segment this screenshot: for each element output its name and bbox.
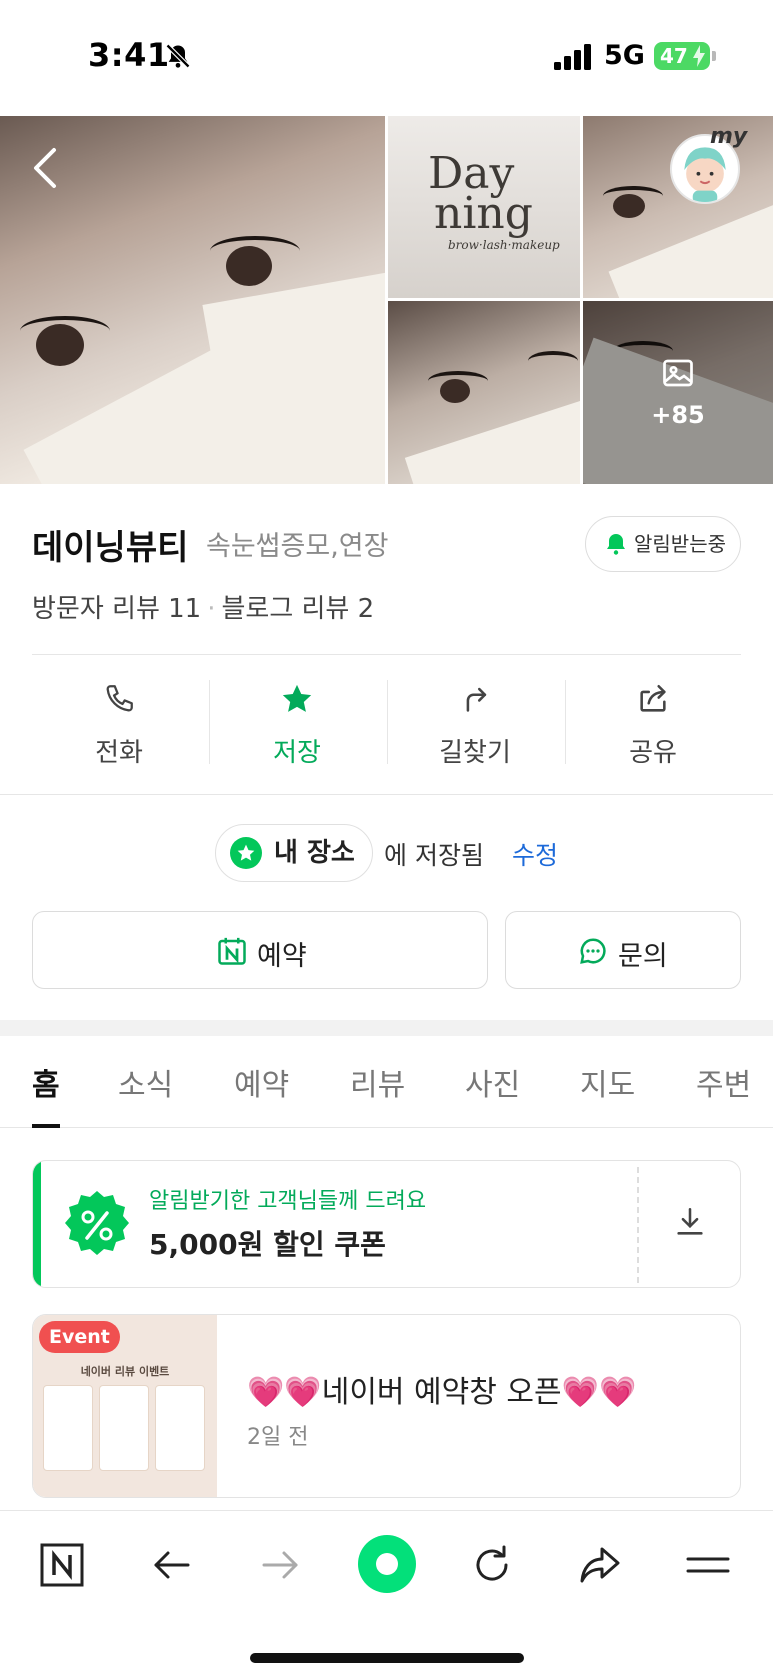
star-badge-icon xyxy=(230,837,262,869)
star-filled-icon xyxy=(282,684,312,712)
forward-arrow-icon[interactable] xyxy=(256,1541,304,1589)
tab-news[interactable]: 소식 xyxy=(118,1060,173,1104)
place-header: 데이닝뷰티 속눈썹증모,연장 알림받는중 방문자 리뷰 11 · 블로그 리뷰 2 xyxy=(0,484,773,656)
place-category: 속눈썹증모,연장 xyxy=(206,531,389,562)
my-places-label: 내 장소 xyxy=(274,838,355,868)
naver-green-dot-icon[interactable] xyxy=(356,1533,418,1595)
saved-text: 에 저장됨 xyxy=(384,841,484,870)
battery-level: 47 xyxy=(660,44,688,68)
share-label: 공유 xyxy=(629,738,677,768)
status-bar: 3:41 5G 47 xyxy=(0,0,773,116)
more-photos-overlay[interactable]: +85 xyxy=(583,301,773,484)
hearts-emoji: 💗💗 xyxy=(561,1375,637,1410)
download-icon[interactable] xyxy=(673,1205,707,1239)
hearts-emoji: 💗💗 xyxy=(247,1375,322,1410)
back-arrow-icon[interactable] xyxy=(148,1541,196,1589)
reserve-label: 예약 xyxy=(257,941,307,972)
save-button[interactable]: 저장 xyxy=(208,672,386,772)
chat-bubble-icon xyxy=(580,938,606,964)
saved-status-row: 내 장소 에 저장됨 수정 xyxy=(0,822,773,884)
share-icon xyxy=(640,684,666,712)
inquiry-button[interactable]: 문의 xyxy=(505,911,741,989)
more-photos-count: +85 xyxy=(651,401,705,429)
bell-muted-icon xyxy=(165,43,191,69)
divider xyxy=(0,794,773,795)
bell-icon xyxy=(607,534,625,555)
brand-photo[interactable]: Day ning brow·lash·makeup xyxy=(388,116,580,298)
divider xyxy=(32,654,741,655)
tab-reservation[interactable]: 예약 xyxy=(234,1060,289,1104)
review-summary: 방문자 리뷰 11 · 블로그 리뷰 2 xyxy=(32,588,374,625)
alarm-subscribed-button[interactable]: 알림받는중 xyxy=(585,516,741,572)
refresh-icon[interactable] xyxy=(468,1541,516,1589)
event-headline: 💗💗네이버 예약창 오픈💗💗 xyxy=(247,1367,636,1411)
phone-icon xyxy=(106,685,133,712)
gallery-photo-3[interactable] xyxy=(388,301,580,484)
tab-map[interactable]: 지도 xyxy=(580,1060,635,1104)
reserve-button[interactable]: 예약 xyxy=(32,911,488,989)
coupon-card[interactable]: 알림받기한 고객님들께 드려요 5,000원 할인 쿠폰 xyxy=(32,1160,741,1288)
brand-logo-bottom: ning xyxy=(434,188,533,239)
brand-logo: Day ning xyxy=(428,152,533,239)
directions-button[interactable]: 길찾기 xyxy=(386,672,564,772)
share-button[interactable]: 공유 xyxy=(564,672,742,772)
directions-label: 길찾기 xyxy=(439,738,511,768)
tab-bar: 홈 소식 예약 리뷰 사진 지도 주변 xyxy=(0,1036,773,1128)
percent-badge-icon xyxy=(65,1191,129,1255)
my-label: my xyxy=(710,124,748,149)
call-button[interactable]: 전화 xyxy=(30,672,208,772)
event-time-ago: 2일 전 xyxy=(247,1425,309,1450)
coupon-accent xyxy=(33,1161,41,1287)
naver-home-icon[interactable] xyxy=(38,1541,86,1589)
brand-tagline: brow·lash·makeup xyxy=(448,238,560,252)
alarm-button-label: 알림받는중 xyxy=(634,532,726,556)
visitor-reviews-link[interactable]: 방문자 리뷰 11 xyxy=(32,594,201,624)
save-label: 저장 xyxy=(273,738,321,768)
charging-bolt-icon xyxy=(693,45,705,67)
event-card[interactable]: 네이버 리뷰 이벤트 Event 💗💗네이버 예약창 오픈💗💗 2일 전 xyxy=(32,1314,741,1498)
tab-photos[interactable]: 사진 xyxy=(465,1060,520,1104)
my-places-chip[interactable]: 내 장소 xyxy=(215,824,373,882)
inquiry-label: 문의 xyxy=(618,941,668,972)
tab-nearby[interactable]: 주변 xyxy=(696,1060,751,1104)
photo-gallery: Day ning brow·lash·makeup +85 my xyxy=(0,116,773,484)
cellular-signal-icon xyxy=(554,44,591,70)
action-row: 전화 저장 길찾기 공유 xyxy=(0,672,773,772)
home-indicator xyxy=(250,1653,524,1663)
directions-arrow-icon xyxy=(466,687,487,712)
coupon-perforation xyxy=(637,1167,639,1283)
naver-calendar-icon xyxy=(218,937,246,965)
browser-toolbar xyxy=(0,1510,773,1676)
tab-reviews[interactable]: 리뷰 xyxy=(350,1060,405,1104)
battery-indicator: 47 xyxy=(654,42,716,70)
event-tag: Event xyxy=(39,1321,120,1353)
call-label: 전화 xyxy=(95,738,143,768)
event-headline-text: 네이버 예약창 오픈 xyxy=(321,1375,562,1410)
share-arrow-icon[interactable] xyxy=(576,1541,624,1589)
event-poster-title: 네이버 리뷰 이벤트 xyxy=(80,1365,170,1378)
menu-icon[interactable] xyxy=(684,1541,732,1589)
image-icon xyxy=(663,359,693,387)
network-type: 5G xyxy=(604,40,645,71)
section-separator xyxy=(0,1020,773,1036)
back-chevron-icon[interactable] xyxy=(30,146,60,190)
blog-reviews-link[interactable]: 블로그 리뷰 2 xyxy=(221,594,374,624)
separator-dot: · xyxy=(207,594,216,624)
edit-link[interactable]: 수정 xyxy=(512,836,558,872)
place-name: 데이닝뷰티 xyxy=(32,528,189,568)
coupon-subtitle: 알림받기한 고객님들께 드려요 xyxy=(149,1189,427,1214)
active-tab-indicator xyxy=(32,1124,60,1128)
status-time: 3:41 xyxy=(88,36,170,74)
tab-home[interactable]: 홈 xyxy=(32,1060,60,1104)
coupon-title: 5,000원 할인 쿠폰 xyxy=(149,1228,386,1261)
